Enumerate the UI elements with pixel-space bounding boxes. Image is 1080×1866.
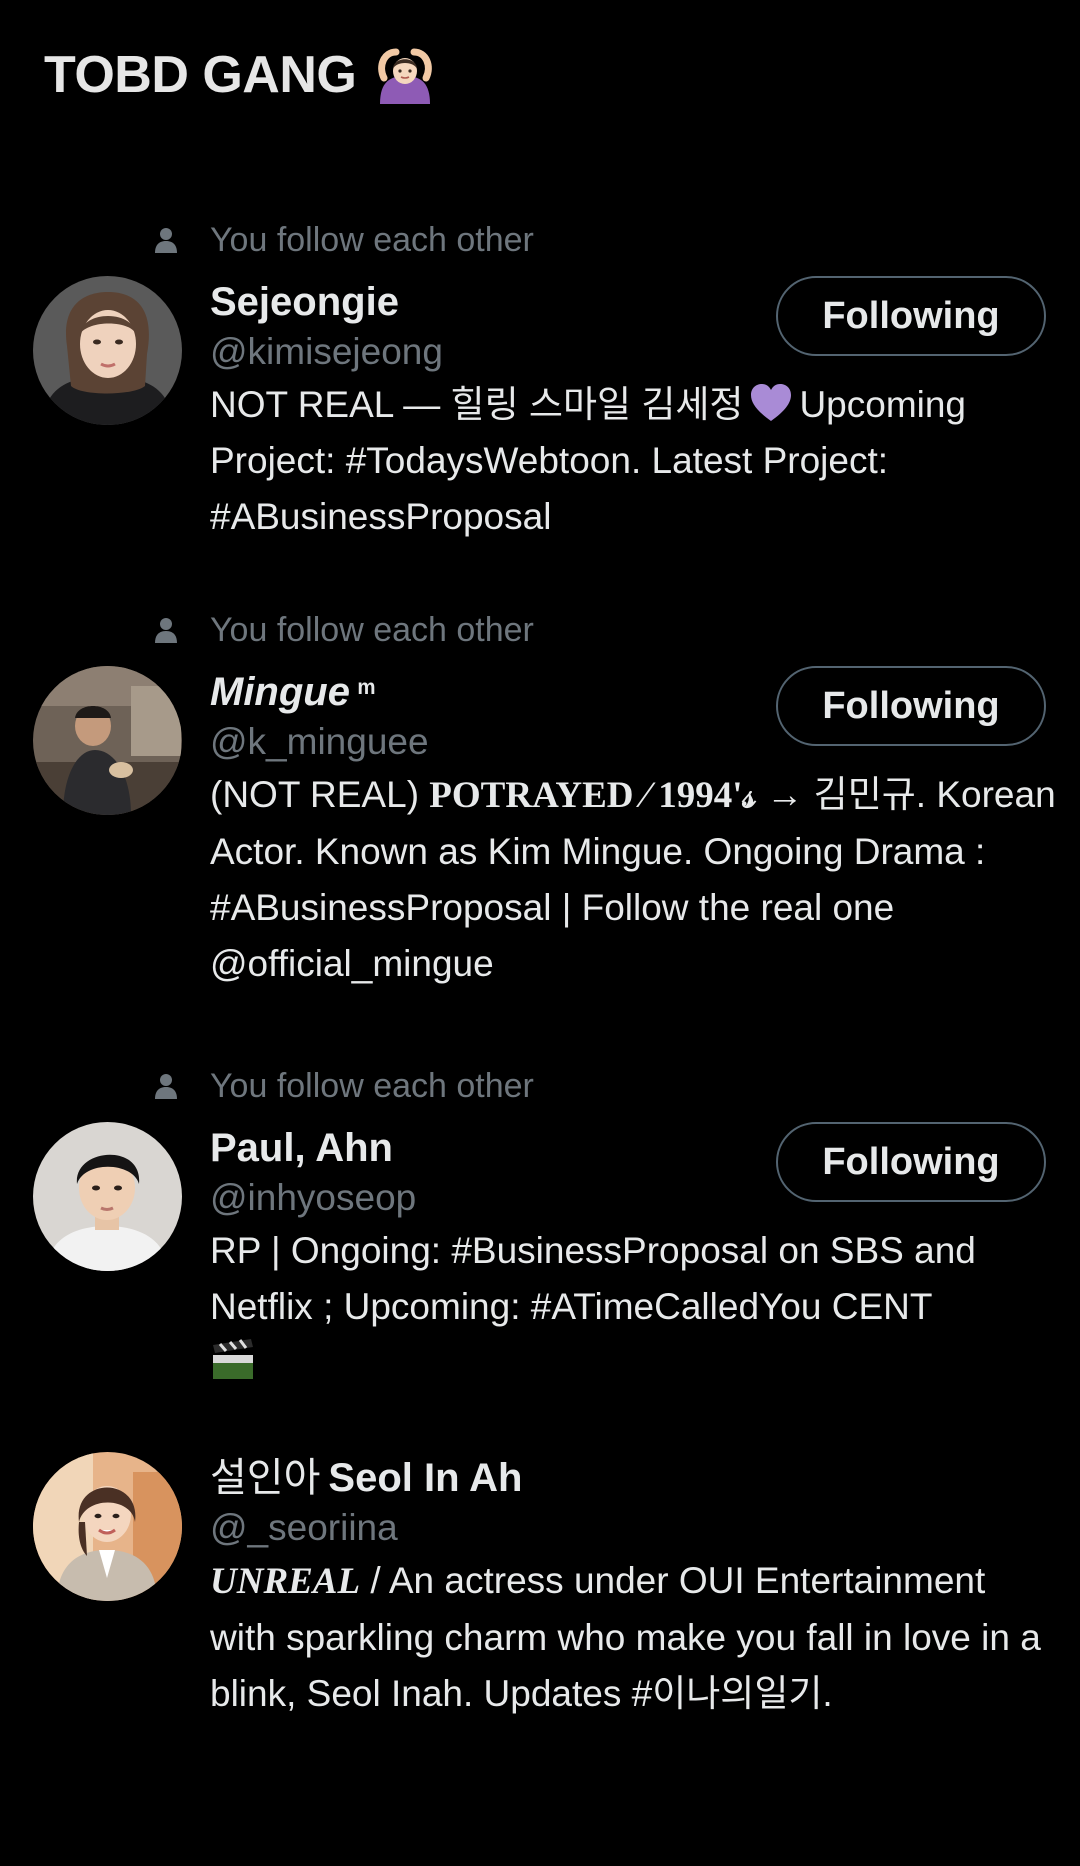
- following-button[interactable]: Following: [776, 666, 1046, 746]
- name-suffix: ᵐ: [357, 675, 375, 708]
- user-handle[interactable]: @_seoriina: [210, 1504, 398, 1552]
- purple-heart-icon: [751, 384, 792, 421]
- follow-context-text: You follow each other: [210, 221, 534, 259]
- name-text: Mingue: [210, 670, 350, 714]
- avatar[interactable]: [33, 666, 182, 815]
- follow-context: You follow each other: [154, 1066, 534, 1106]
- user-bio: UNREAL / An actress under OUI Entertainm…: [210, 1553, 1060, 1722]
- bio-text: RP | Ongoing: #BusinessProposal on SBS a…: [210, 1230, 976, 1327]
- bio-styled-text: UNREAL: [210, 1561, 361, 1602]
- person-icon: [155, 618, 177, 643]
- follow-context-text: You follow each other: [210, 611, 534, 649]
- display-name[interactable]: Sejeongie: [210, 278, 399, 326]
- user-bio: RP | Ongoing: #BusinessProposal on SBS a…: [210, 1223, 1060, 1391]
- avatar[interactable]: [33, 1452, 182, 1601]
- follow-context: You follow each other: [154, 610, 534, 650]
- name-text: Paul, Ahn: [210, 1126, 393, 1170]
- list-title: TOBD GANG: [44, 46, 357, 104]
- person-icon: [155, 228, 177, 253]
- bio-text: NOT REAL — 힐링 스마일 김세정: [210, 384, 744, 425]
- user-handle[interactable]: @k_minguee: [210, 718, 429, 766]
- user-bio: NOT REAL — 힐링 스마일 김세정 Upcoming Project: #…: [210, 377, 1060, 545]
- follow-context-text: You follow each other: [210, 1067, 534, 1105]
- user-handle[interactable]: @inhyoseop: [210, 1174, 416, 1222]
- avatar[interactable]: [33, 1122, 182, 1271]
- display-name[interactable]: Mingue ᵐ: [210, 668, 375, 716]
- bio-text: (NOT REAL): [210, 774, 420, 815]
- following-button[interactable]: Following: [776, 1122, 1046, 1202]
- following-button[interactable]: Following: [776, 276, 1046, 356]
- avatar-image: [33, 276, 182, 425]
- user-bio: (NOT REAL) POTRAYED ⁄ 1994'𝓈 → 김민규. Kore…: [210, 767, 1060, 992]
- follow-context: You follow each other: [154, 220, 534, 260]
- name-text: Seol In Ah: [328, 1456, 523, 1500]
- name-text: Sejeongie: [210, 280, 399, 324]
- name-korean: 설인아: [210, 1456, 321, 1500]
- avatar-image: [33, 1452, 182, 1601]
- avatar-image: [33, 666, 182, 815]
- display-name[interactable]: 설인아 Seol In Ah: [210, 1454, 523, 1502]
- page-title: TOBD GANG: [44, 40, 436, 110]
- person-icon: [155, 1074, 177, 1099]
- avatar-image: [33, 1122, 182, 1271]
- avatar[interactable]: [33, 276, 182, 425]
- bio-styled-text: POTRAYED ⁄ 1994'𝓈: [429, 775, 757, 816]
- display-name[interactable]: Paul, Ahn: [210, 1124, 393, 1172]
- clapper-board-icon: [213, 1339, 253, 1379]
- user-handle[interactable]: @kimisejeong: [210, 328, 443, 376]
- person-gesturing-ok-emoji-icon: [378, 48, 433, 104]
